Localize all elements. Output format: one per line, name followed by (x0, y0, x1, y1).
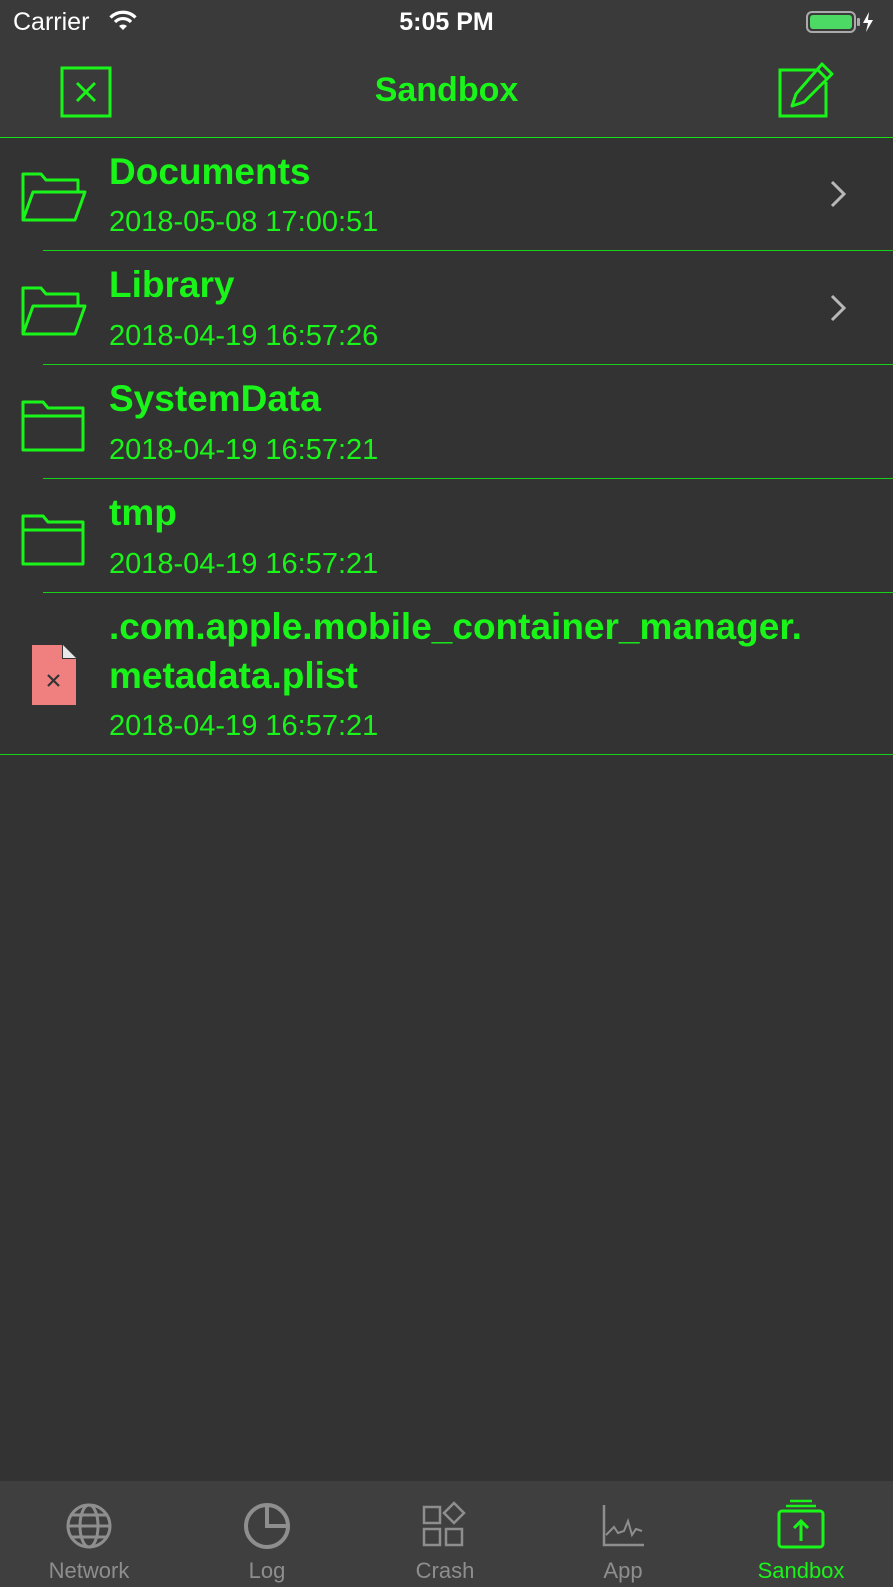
item-name-line1: .com.apple.mobile_container_manager. (109, 606, 802, 647)
item-date: 2018-05-08 17:00:51 (109, 206, 379, 238)
divider (0, 754, 893, 755)
battery-icon (806, 10, 876, 39)
item-name: tmp (109, 492, 177, 533)
item-date: 2018-04-19 16:57:21 (109, 434, 379, 466)
list-item-systemdata[interactable]: SystemData 2018-04-19 16:57:21 (0, 365, 893, 479)
status-bar: Carrier 5:05 PM (0, 0, 893, 44)
shapes-icon (356, 1499, 534, 1549)
list-item-plist[interactable]: .com.apple.mobile_container_manager. met… (0, 593, 893, 755)
tab-network[interactable]: Network (0, 1481, 178, 1587)
folder-open-icon (21, 282, 87, 341)
file-list: Documents 2018-05-08 17:00:51 Library 20… (0, 138, 893, 755)
tab-label: Log (248, 1558, 286, 1583)
tab-crash[interactable]: Crash (356, 1481, 534, 1587)
edit-icon (778, 62, 834, 118)
navigation-bar: Sandbox (0, 44, 893, 138)
tab-label: Network (48, 1558, 130, 1583)
chart-icon (534, 1499, 712, 1549)
tab-bar: Network Log Crash App Sandbox (0, 1481, 893, 1587)
folder-open-icon (21, 168, 87, 227)
upload-icon (712, 1499, 890, 1549)
list-item-tmp[interactable]: tmp 2018-04-19 16:57:21 (0, 479, 893, 593)
tab-label: Sandbox (757, 1558, 845, 1583)
folder-icon (21, 510, 87, 571)
item-date: 2018-04-19 16:57:21 (109, 710, 379, 742)
chevron-right-icon (828, 292, 848, 329)
tab-log[interactable]: Log (178, 1481, 356, 1587)
list-item-documents[interactable]: Documents 2018-05-08 17:00:51 (0, 138, 893, 251)
folder-icon (21, 396, 87, 457)
edit-button[interactable] (778, 62, 834, 118)
item-name: Library (109, 264, 235, 305)
tab-label: App (603, 1558, 643, 1583)
item-name-line2: metadata.plist (109, 655, 358, 696)
page-title: Sandbox (374, 71, 519, 109)
globe-icon (0, 1499, 178, 1549)
file-error-icon (32, 645, 76, 710)
pie-icon (178, 1499, 356, 1549)
item-date: 2018-04-19 16:57:21 (109, 548, 379, 580)
list-item-library[interactable]: Library 2018-04-19 16:57:26 (0, 251, 893, 365)
tab-sandbox[interactable]: Sandbox (712, 1481, 890, 1587)
item-date: 2018-04-19 16:57:26 (109, 320, 379, 352)
tab-app[interactable]: App (534, 1481, 712, 1587)
clock: 5:05 PM (399, 8, 494, 36)
chevron-right-icon (828, 178, 848, 215)
tab-label: Crash (415, 1558, 475, 1583)
item-name: SystemData (109, 378, 321, 419)
item-name: Documents (109, 151, 311, 192)
